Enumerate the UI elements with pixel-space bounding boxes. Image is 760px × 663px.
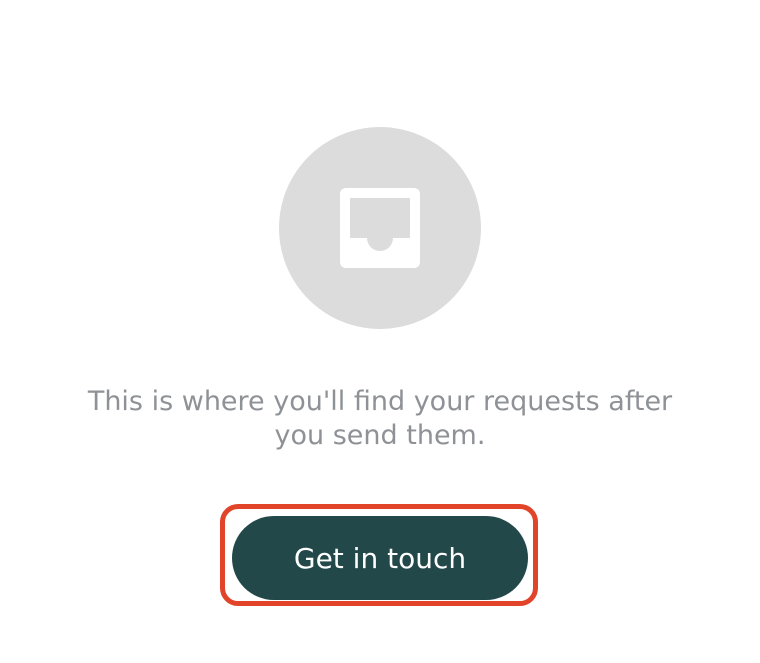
inbox-icon xyxy=(340,188,420,268)
empty-requests-screen: This is where you'll find your requests … xyxy=(0,0,760,663)
get-in-touch-button[interactable]: Get in touch xyxy=(232,516,528,600)
empty-state-message: This is where you'll find your requests … xyxy=(87,386,673,451)
